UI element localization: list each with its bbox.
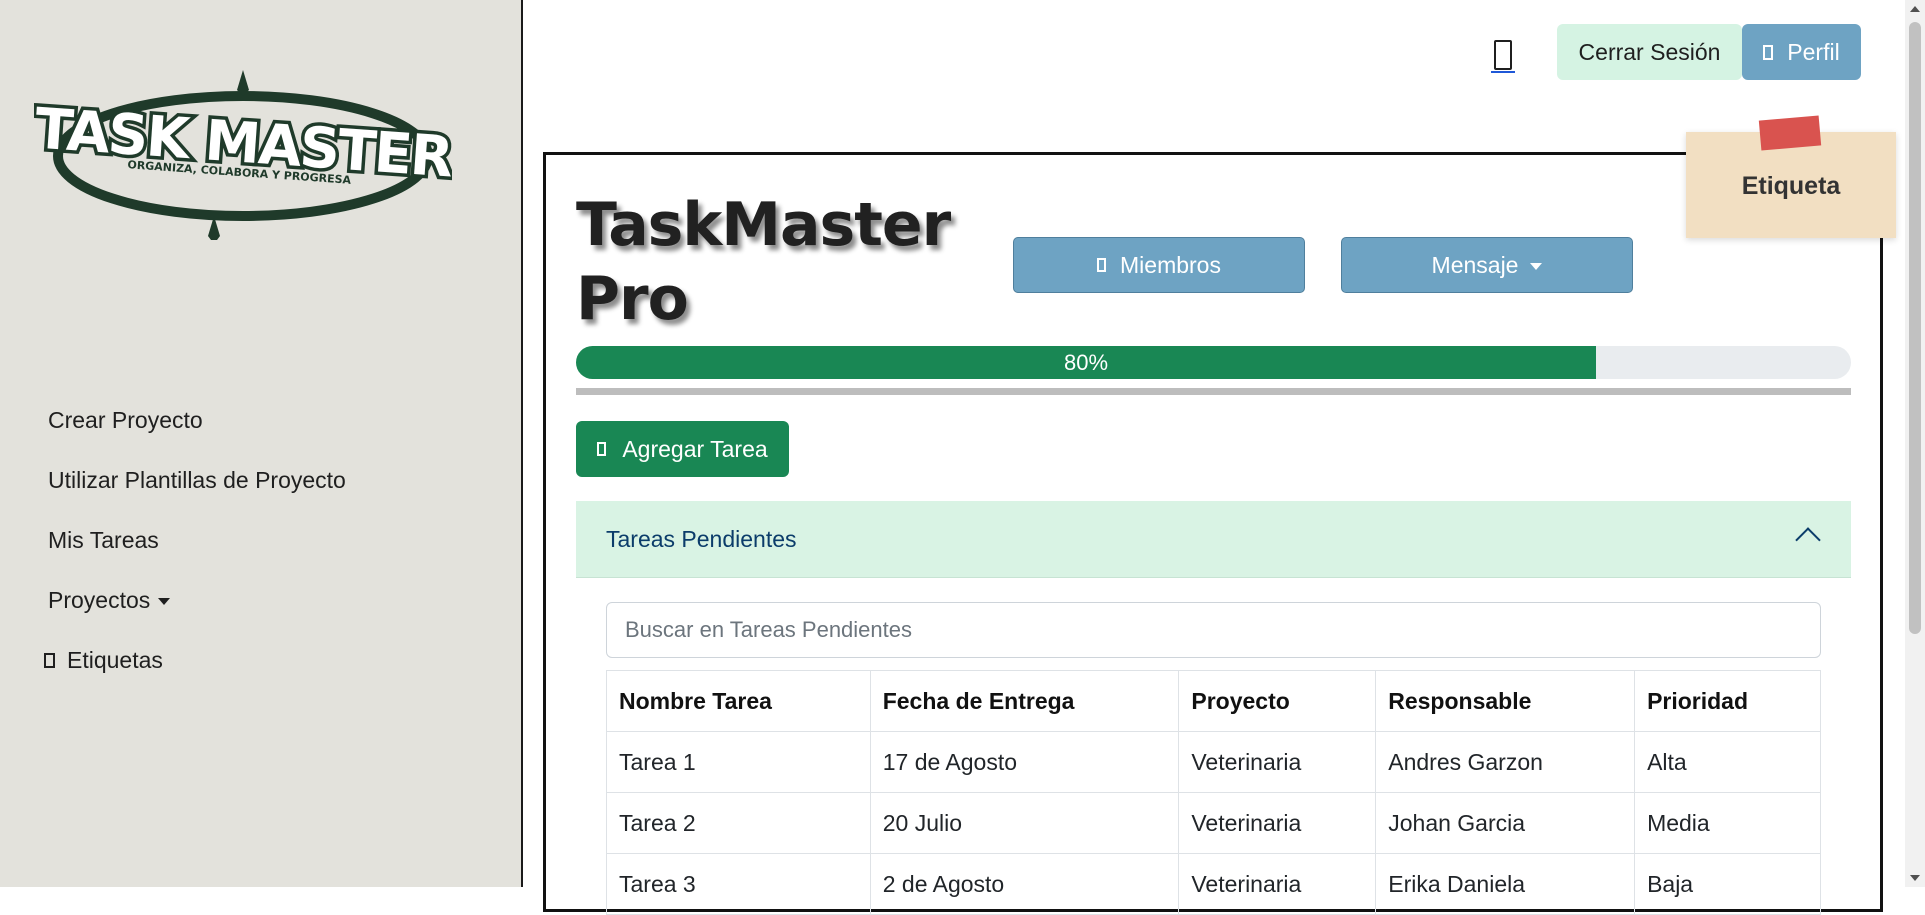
- table-header-row: Nombre Tarea Fecha de Entrega Proyecto R…: [606, 670, 1821, 732]
- sidebar-item-mis-tareas[interactable]: Mis Tareas: [48, 510, 346, 570]
- sidebar-item-crear-proyecto[interactable]: Crear Proyecto: [48, 390, 346, 450]
- caret-down-icon: [1530, 262, 1543, 270]
- members-label: Miembros: [1120, 251, 1221, 278]
- add-task-label: Agregar Tarea: [622, 435, 768, 462]
- profile-button[interactable]: Perfil: [1742, 24, 1861, 80]
- profile-label: Perfil: [1787, 38, 1840, 65]
- user-icon: [1763, 44, 1774, 60]
- table-cell: Johan Garcia: [1375, 792, 1636, 854]
- column-header[interactable]: Responsable: [1375, 670, 1636, 732]
- table-cell: Alta: [1634, 731, 1821, 793]
- project-title-line2: Pro: [576, 264, 689, 334]
- sidebar-item-plantillas[interactable]: Utilizar Plantillas de Proyecto: [48, 450, 346, 510]
- scroll-up-arrow-icon[interactable]: [1910, 6, 1920, 12]
- sidebar-item-etiquetas[interactable]: Etiquetas: [44, 630, 346, 690]
- table-row[interactable]: Tarea 3 2 de Agosto Veterinaria Erika Da…: [606, 853, 1821, 915]
- pending-tasks-search-input[interactable]: [606, 602, 1821, 658]
- chevron-up-icon: [1795, 527, 1821, 553]
- table-cell: Tarea 2: [606, 792, 871, 854]
- project-title-line1: TaskMaster: [576, 190, 951, 260]
- sidebar-nav: Crear Proyecto Utilizar Plantillas de Pr…: [44, 390, 346, 690]
- caret-down-icon: [158, 597, 171, 605]
- table-row[interactable]: Tarea 1 17 de Agosto Veterinaria Andres …: [606, 731, 1821, 793]
- table-cell: 20 Julio: [869, 792, 1180, 854]
- mobile-icon-underline: [1491, 71, 1515, 73]
- sidebar: TASK MASTER ORGANIZA, COLABORA Y PROGRES…: [0, 0, 523, 887]
- column-header[interactable]: Prioridad: [1634, 670, 1821, 732]
- sidebar-item-label: Utilizar Plantillas de Proyecto: [48, 466, 346, 493]
- sticky-note-label: Etiqueta: [1741, 171, 1841, 200]
- tag-icon: [44, 652, 55, 668]
- table-cell: Media: [1634, 792, 1821, 854]
- sidebar-item-label: Etiquetas: [67, 646, 163, 673]
- pending-tasks-table: Nombre Tarea Fecha de Entrega Proyecto R…: [606, 670, 1821, 915]
- sticky-tape: [1758, 115, 1822, 151]
- users-icon: [1097, 258, 1107, 272]
- table-cell: 2 de Agosto: [869, 853, 1180, 915]
- accordion-title: Tareas Pendientes: [606, 525, 797, 552]
- members-button[interactable]: Miembros: [1013, 237, 1305, 293]
- progress-label: 80%: [1063, 349, 1109, 375]
- table-cell: Baja: [1634, 853, 1821, 915]
- column-header[interactable]: Fecha de Entrega: [869, 670, 1180, 732]
- pending-tasks-accordion-header[interactable]: Tareas Pendientes: [576, 501, 1851, 578]
- table-cell: Erika Daniela: [1375, 853, 1636, 915]
- project-title: TaskMaster Pro: [576, 188, 951, 336]
- sticky-note-etiqueta[interactable]: Etiqueta: [1686, 115, 1896, 238]
- sidebar-item-label: Mis Tareas: [48, 526, 159, 553]
- project-progress-bar: 80%: [576, 346, 1851, 379]
- message-dropdown-button[interactable]: Mensaje: [1341, 237, 1633, 293]
- sidebar-item-proyectos[interactable]: Proyectos: [48, 570, 346, 630]
- table-row[interactable]: Tarea 2 20 Julio Veterinaria Johan Garci…: [606, 792, 1821, 854]
- page-scrollbar[interactable]: [1905, 0, 1925, 887]
- table-cell: Veterinaria: [1178, 731, 1377, 793]
- column-header[interactable]: Proyecto: [1178, 670, 1377, 732]
- table-cell: 17 de Agosto: [869, 731, 1180, 793]
- divider: [576, 388, 1851, 395]
- sidebar-item-label: Proyectos: [48, 586, 151, 613]
- table-cell: Tarea 1: [606, 731, 871, 793]
- progress-fill: 80%: [576, 346, 1596, 379]
- logout-button[interactable]: Cerrar Sesión: [1557, 24, 1742, 80]
- scroll-down-arrow-icon[interactable]: [1910, 875, 1920, 881]
- sidebar-item-label: Crear Proyecto: [48, 406, 203, 433]
- message-label: Mensaje: [1431, 251, 1519, 278]
- plus-icon: [597, 442, 607, 456]
- taskmaster-logo[interactable]: TASK MASTER ORGANIZA, COLABORA Y PROGRES…: [34, 66, 452, 240]
- mobile-icon[interactable]: [1494, 40, 1512, 70]
- table-cell: Tarea 3: [606, 853, 871, 915]
- logout-label: Cerrar Sesión: [1578, 38, 1721, 65]
- scrollbar-thumb[interactable]: [1909, 22, 1921, 634]
- table-cell: Andres Garzon: [1375, 731, 1636, 793]
- table-cell: Veterinaria: [1178, 853, 1377, 915]
- table-cell: Veterinaria: [1178, 792, 1377, 854]
- column-header[interactable]: Nombre Tarea: [606, 670, 871, 732]
- add-task-button[interactable]: Agregar Tarea: [576, 421, 789, 477]
